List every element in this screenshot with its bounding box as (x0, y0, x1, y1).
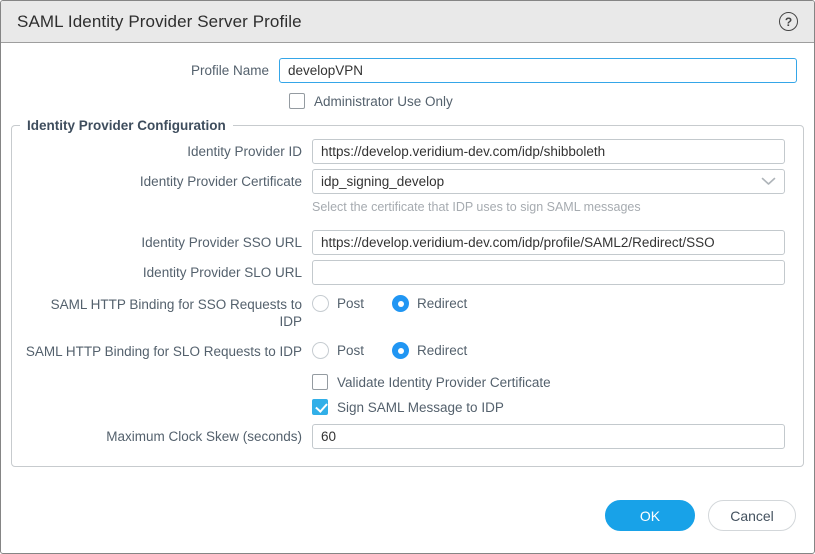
slo-binding-redirect-radio[interactable]: Redirect (392, 342, 467, 359)
admin-use-only-label: Administrator Use Only (314, 94, 453, 109)
chevron-down-icon (761, 177, 776, 186)
admin-use-only-checkbox[interactable]: Administrator Use Only (289, 93, 804, 109)
dialog-body: Profile Name Administrator Use Only Iden… (1, 43, 814, 467)
sso-binding-label: SAML HTTP Binding for SSO Requests to ID… (12, 295, 312, 330)
sso-binding-post-radio[interactable]: Post (312, 295, 364, 312)
sso-url-row: Identity Provider SSO URL (12, 230, 785, 255)
radio-icon[interactable] (312, 295, 329, 312)
help-icon[interactable]: ? (779, 12, 798, 31)
radio-selected-icon[interactable] (392, 342, 409, 359)
slo-binding-label: SAML HTTP Binding for SLO Requests to ID… (12, 342, 312, 360)
idp-cert-label: Identity Provider Certificate (12, 173, 312, 190)
idp-config-legend: Identity Provider Configuration (20, 118, 233, 133)
sign-saml-checkbox[interactable]: Sign SAML Message to IDP (312, 399, 785, 415)
sso-url-label: Identity Provider SSO URL (12, 234, 312, 251)
slo-binding-post-label: Post (337, 343, 364, 358)
checkbox-icon[interactable] (289, 93, 305, 109)
checkbox-icon[interactable] (312, 374, 328, 390)
idp-cert-row: Identity Provider Certificate idp_signin… (12, 169, 785, 194)
profile-name-label: Profile Name (11, 62, 279, 79)
profile-name-row: Profile Name (11, 58, 804, 83)
idp-cert-hint: Select the certificate that IDP uses to … (312, 200, 641, 214)
checkbox-checked-icon[interactable] (312, 399, 328, 415)
help-glyph: ? (785, 15, 792, 29)
clock-skew-row: Maximum Clock Skew (seconds) (12, 424, 785, 449)
slo-binding-radio-group: Post Redirect (312, 342, 467, 359)
validate-cert-checkbox[interactable]: Validate Identity Provider Certificate (312, 374, 785, 390)
sso-binding-radio-group: Post Redirect (312, 295, 467, 312)
slo-binding-post-radio[interactable]: Post (312, 342, 364, 359)
ok-button[interactable]: OK (605, 500, 695, 531)
sso-binding-post-label: Post (337, 296, 364, 311)
slo-url-input[interactable] (312, 260, 785, 285)
dialog-footer: OK Cancel (605, 500, 796, 531)
saml-idp-profile-dialog: SAML Identity Provider Server Profile ? … (0, 0, 815, 554)
slo-binding-row: SAML HTTP Binding for SLO Requests to ID… (12, 342, 785, 360)
clock-skew-label: Maximum Clock Skew (seconds) (12, 428, 312, 445)
radio-selected-icon[interactable] (392, 295, 409, 312)
idp-cert-select[interactable]: idp_signing_develop (312, 169, 785, 194)
dialog-title: SAML Identity Provider Server Profile (17, 12, 779, 32)
idp-cert-value: idp_signing_develop (321, 174, 761, 189)
profile-name-input[interactable] (279, 58, 797, 83)
idp-cert-hint-row: Select the certificate that IDP uses to … (312, 198, 785, 216)
idp-config-fieldset: Identity Provider Configuration Identity… (11, 118, 804, 467)
radio-icon[interactable] (312, 342, 329, 359)
sso-binding-redirect-radio[interactable]: Redirect (392, 295, 467, 312)
sso-url-input[interactable] (312, 230, 785, 255)
idp-id-label: Identity Provider ID (12, 143, 312, 160)
slo-url-label: Identity Provider SLO URL (12, 264, 312, 281)
dialog-header: SAML Identity Provider Server Profile ? (1, 1, 814, 43)
clock-skew-input[interactable] (312, 424, 785, 449)
sso-binding-row: SAML HTTP Binding for SSO Requests to ID… (12, 295, 785, 330)
validate-cert-label: Validate Identity Provider Certificate (337, 375, 551, 390)
slo-url-row: Identity Provider SLO URL (12, 260, 785, 285)
idp-id-input[interactable] (312, 139, 785, 164)
slo-binding-redirect-label: Redirect (417, 343, 467, 358)
cancel-button[interactable]: Cancel (708, 500, 796, 531)
sso-binding-redirect-label: Redirect (417, 296, 467, 311)
idp-id-row: Identity Provider ID (12, 139, 785, 164)
sign-saml-label: Sign SAML Message to IDP (337, 400, 504, 415)
